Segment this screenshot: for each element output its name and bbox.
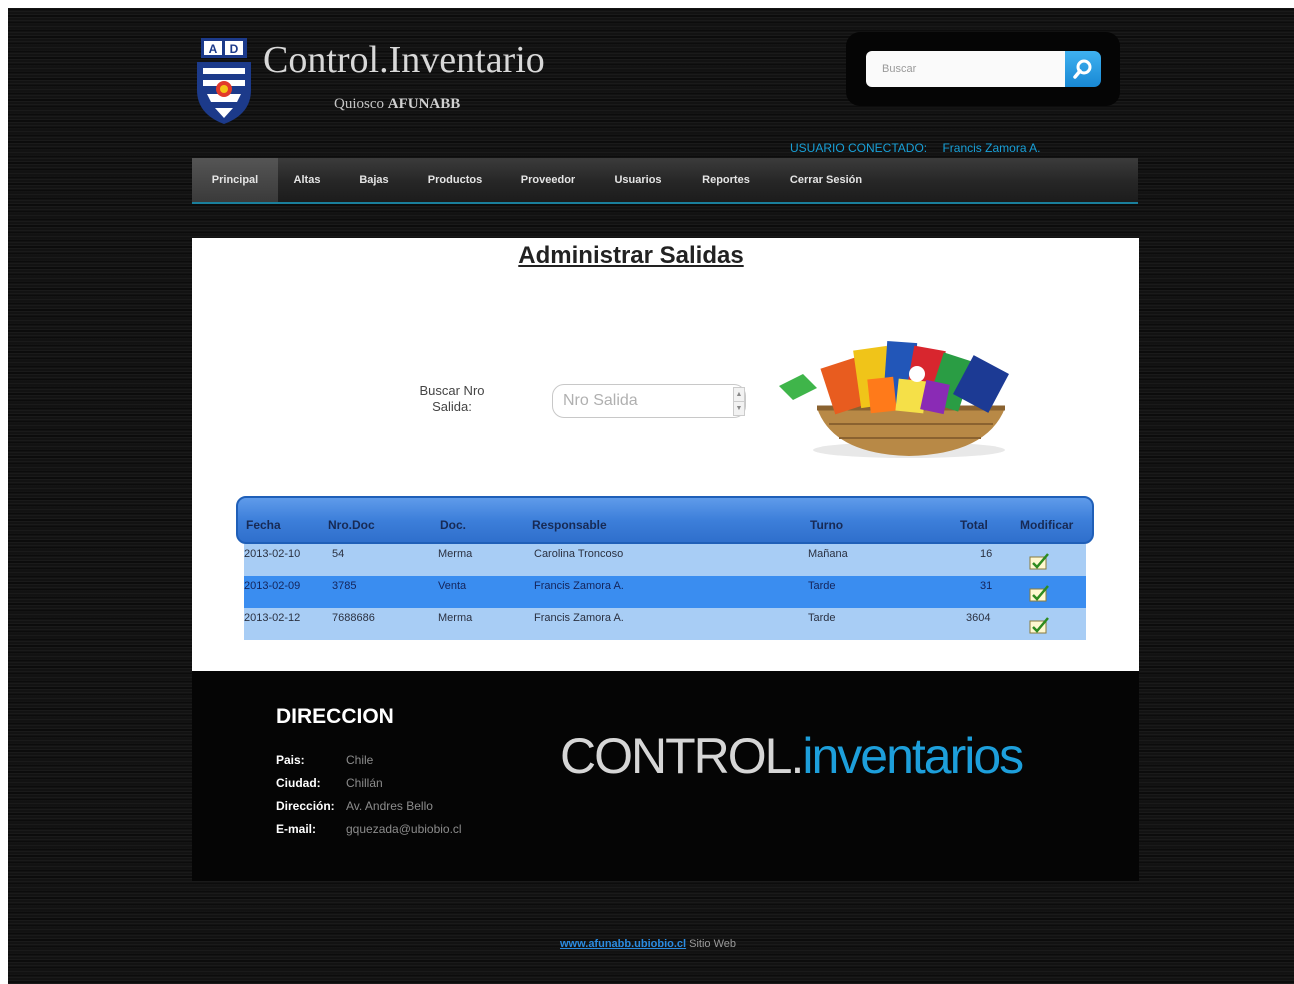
footer: DIRECCION Pais: Chile Ciudad: Chillán Dire… [192, 671, 1139, 881]
cell-fecha: 2013-02-12 [244, 612, 301, 624]
footer-field-direccion: Dirección: Av. Andres Bello [276, 799, 433, 813]
svg-text:A: A [209, 42, 218, 56]
brand-part1: CONTROL. [560, 728, 804, 784]
university-logo: A D [197, 38, 251, 124]
cell-fecha: 2013-02-10 [244, 548, 301, 560]
table-row: 2013-02-09 3785 Venta Francis Zamora A. … [244, 576, 1086, 608]
search-icon [1073, 59, 1092, 79]
field-key: Ciudad: [276, 776, 321, 790]
edit-icon[interactable] [1028, 551, 1050, 571]
nav-item-reportes[interactable]: Reportes [692, 158, 760, 202]
footer-field-pais: Pais: Chile [276, 753, 373, 767]
user-label: USUARIO CONECTADO: [790, 141, 928, 155]
footer-brand: CONTROL.inventarios [560, 727, 1024, 785]
number-spinner[interactable]: ▲ ▼ [733, 387, 745, 416]
cell-turno: Tarde [808, 580, 836, 592]
main-panel: Administrar Salidas Buscar Nro Salida: ▲… [192, 238, 1139, 671]
nav-item-proveedor[interactable]: Proveedor [510, 158, 586, 202]
cell-nro-doc: 7688686 [332, 612, 375, 624]
site-link[interactable]: www.afunabb.ubiobio.cl [560, 938, 686, 950]
column-header-doc: Doc. [440, 518, 467, 532]
table-row: 2013-02-12 7688686 Merma Francis Zamora … [244, 608, 1086, 640]
cell-total: 3604 [966, 612, 991, 624]
cell-turno: Tarde [808, 612, 836, 624]
field-value: Av. Andres Bello [346, 799, 433, 813]
brand-part2: inventarios [802, 728, 1024, 784]
user-name: Francis Zamora A. [942, 141, 1041, 155]
cell-nro-doc: 3785 [332, 580, 357, 592]
subtitle-brand: AFUNABB [387, 96, 461, 112]
column-header-modificar: Modificar [1020, 518, 1074, 532]
cell-responsable: Francis Zamora A. [534, 612, 624, 624]
field-value: Chillán [346, 776, 383, 790]
table-row: 2013-02-10 54 Merma Carolina Troncoso Ma… [244, 544, 1086, 576]
column-header-turno: Turno [810, 518, 844, 532]
search-input[interactable] [866, 51, 1066, 87]
subtitle-prefix: Quiosco [334, 96, 384, 112]
field-value: gquezada@ubiobio.cl [346, 822, 462, 836]
cell-doc: Merma [438, 612, 473, 624]
column-header-nro-doc: Nro.Doc [328, 518, 375, 532]
nav-item-bajas[interactable]: Bajas [348, 158, 400, 202]
snack-basket-image [779, 341, 1009, 458]
connected-user: USUARIO CONECTADO: Francis Zamora A. [790, 141, 1041, 155]
filter-label: Buscar Nro Salida: [419, 383, 485, 414]
column-header-fecha: Fecha [246, 518, 281, 532]
column-header-responsable: Responsable [532, 518, 607, 532]
nav-item-usuarios[interactable]: Usuarios [604, 158, 672, 202]
table-header: Fecha Nro.Doc Doc. Responsable Turno Tot… [236, 496, 1094, 544]
footer-field-ciudad: Ciudad: Chillán [276, 776, 383, 790]
field-key: E-mail: [276, 822, 317, 836]
cell-turno: Mañana [808, 548, 848, 560]
cell-fecha: 2013-02-09 [244, 580, 301, 592]
nro-salida-input[interactable] [552, 384, 746, 418]
cell-doc: Venta [438, 580, 467, 592]
nav-item-productos[interactable]: Productos [420, 158, 490, 202]
edit-icon[interactable] [1028, 583, 1050, 603]
cell-responsable: Francis Zamora A. [534, 580, 624, 592]
search-button[interactable] [1065, 51, 1101, 87]
cell-responsable: Carolina Troncoso [534, 548, 624, 560]
edit-icon[interactable] [1028, 615, 1050, 635]
spinner-up-icon[interactable]: ▲ [734, 388, 744, 402]
main-nav: Principal Altas Bajas Productos Proveedo… [192, 158, 1138, 204]
page-title: Administrar Salidas [518, 242, 744, 269]
field-value: Chile [346, 753, 374, 767]
column-header-total: Total [960, 518, 988, 532]
cell-total: 31 [980, 580, 993, 592]
site-subtitle: Quiosco AFUNABB [334, 96, 460, 113]
nav-item-cerrar-sesion[interactable]: Cerrar Sesión [782, 158, 870, 202]
footer-field-email: E-mail: gquezada@ubiobio.cl [276, 822, 462, 836]
footer-heading: DIRECCION [276, 705, 394, 728]
spinner-down-icon[interactable]: ▼ [734, 402, 744, 416]
site-link-suffix: Sitio Web [689, 938, 737, 950]
bottom-site-link: www.afunabb.ubiobio.cl Sitio Web [560, 938, 736, 950]
cell-nro-doc: 54 [332, 548, 345, 560]
search-box [846, 32, 1120, 106]
cell-doc: Merma [438, 548, 473, 560]
nav-item-altas[interactable]: Altas [282, 158, 332, 202]
field-key: Dirección: [276, 799, 335, 813]
field-key: Pais: [276, 753, 305, 767]
svg-text:D: D [230, 42, 239, 56]
salidas-table: Fecha Nro.Doc Doc. Responsable Turno Tot… [236, 496, 1094, 640]
cell-total: 16 [980, 548, 993, 560]
site-title: Control.Inventario [263, 39, 545, 81]
page-background: A D Control.Inventario Quiosco AFUNABB U… [8, 8, 1294, 984]
nav-item-principal[interactable]: Principal [192, 158, 278, 202]
